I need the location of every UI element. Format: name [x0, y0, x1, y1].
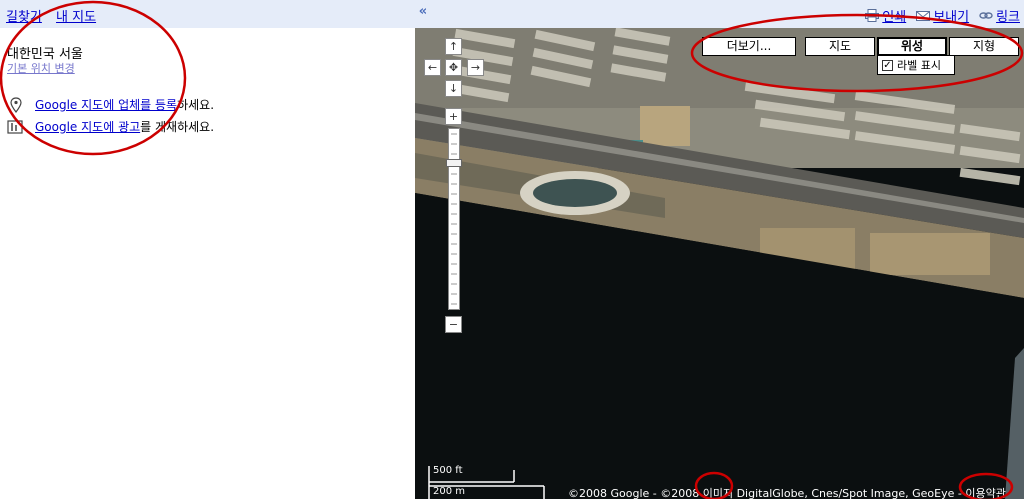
- map-scale: 500 ft 200 m: [428, 462, 548, 499]
- pan-down-button[interactable]: ↓: [445, 80, 462, 97]
- my-maps-link[interactable]: 내 지도: [56, 10, 96, 25]
- ads-icon: [7, 119, 23, 134]
- show-labels-toggle[interactable]: ✓ 라벨 표시: [877, 55, 955, 75]
- link-label[interactable]: 링크: [996, 6, 1020, 25]
- printer-icon: [865, 9, 880, 22]
- zoom-slider-thumb[interactable]: [446, 159, 462, 168]
- top-bar: 길찾기 내 지도 « 인쇄 보내기 링크: [0, 0, 1024, 28]
- more-button[interactable]: 더보기...: [702, 37, 796, 56]
- link-link[interactable]: 링크: [979, 6, 1020, 25]
- directions-link[interactable]: 길찾기: [6, 10, 42, 25]
- chain-link-icon: [979, 12, 993, 19]
- promo-business-suffix: 하세요.: [177, 98, 215, 112]
- show-labels-checkbox[interactable]: ✓: [882, 59, 893, 71]
- pan-left-button[interactable]: ←: [424, 59, 441, 76]
- pan-up-button[interactable]: ↑: [445, 38, 462, 55]
- send-link[interactable]: 보내기: [916, 6, 969, 25]
- left-panel: 대한민국 서울 기본 위치 변경 Google 지도에 업체를 등록 하세요. G…: [0, 28, 415, 499]
- envelope-icon: [916, 11, 931, 21]
- promo-ads-suffix: 를 게재하세요.: [140, 120, 215, 134]
- map-pin-icon: [10, 96, 22, 113]
- double-chevron-left-icon: «: [418, 4, 428, 19]
- zoom-in-button[interactable]: +: [445, 108, 462, 125]
- scale-metric: 200 m: [433, 486, 466, 497]
- promo-business: Google 지도에 업체를 등록 하세요.: [7, 96, 214, 113]
- satellite-imagery: [415, 28, 1024, 499]
- show-labels-label: 라벨 표시: [897, 59, 941, 72]
- register-business-link[interactable]: Google 지도에 업체를 등록: [35, 96, 177, 113]
- map-type-satellite-button[interactable]: 위성: [877, 37, 947, 56]
- zoom-slider-track[interactable]: [448, 128, 460, 310]
- print-label[interactable]: 인쇄: [882, 6, 906, 25]
- top-right-links: 인쇄 보내기 링크: [865, 6, 1020, 25]
- pan-right-button[interactable]: →: [467, 59, 484, 76]
- scale-imperial: 500 ft: [433, 465, 463, 476]
- send-label[interactable]: 보내기: [933, 6, 969, 25]
- map-satellite-view[interactable]: [415, 28, 1024, 499]
- promo-ads: Google 지도에 광고 를 게재하세요.: [7, 118, 214, 135]
- print-link[interactable]: 인쇄: [865, 6, 906, 25]
- top-left-links: 길찾기 내 지도: [6, 6, 106, 25]
- zoom-tick-marks: [451, 133, 457, 305]
- advertise-link[interactable]: Google 지도에 광고: [35, 118, 140, 135]
- map-type-terrain-button[interactable]: 지형: [949, 37, 1019, 56]
- zoom-out-button[interactable]: −: [445, 316, 462, 333]
- change-default-location-link[interactable]: 기본 위치 변경: [7, 60, 75, 76]
- collapse-panel-button[interactable]: «: [415, 4, 431, 24]
- map-type-map-button[interactable]: 지도: [805, 37, 875, 56]
- pan-center-button[interactable]: ✥: [445, 59, 462, 76]
